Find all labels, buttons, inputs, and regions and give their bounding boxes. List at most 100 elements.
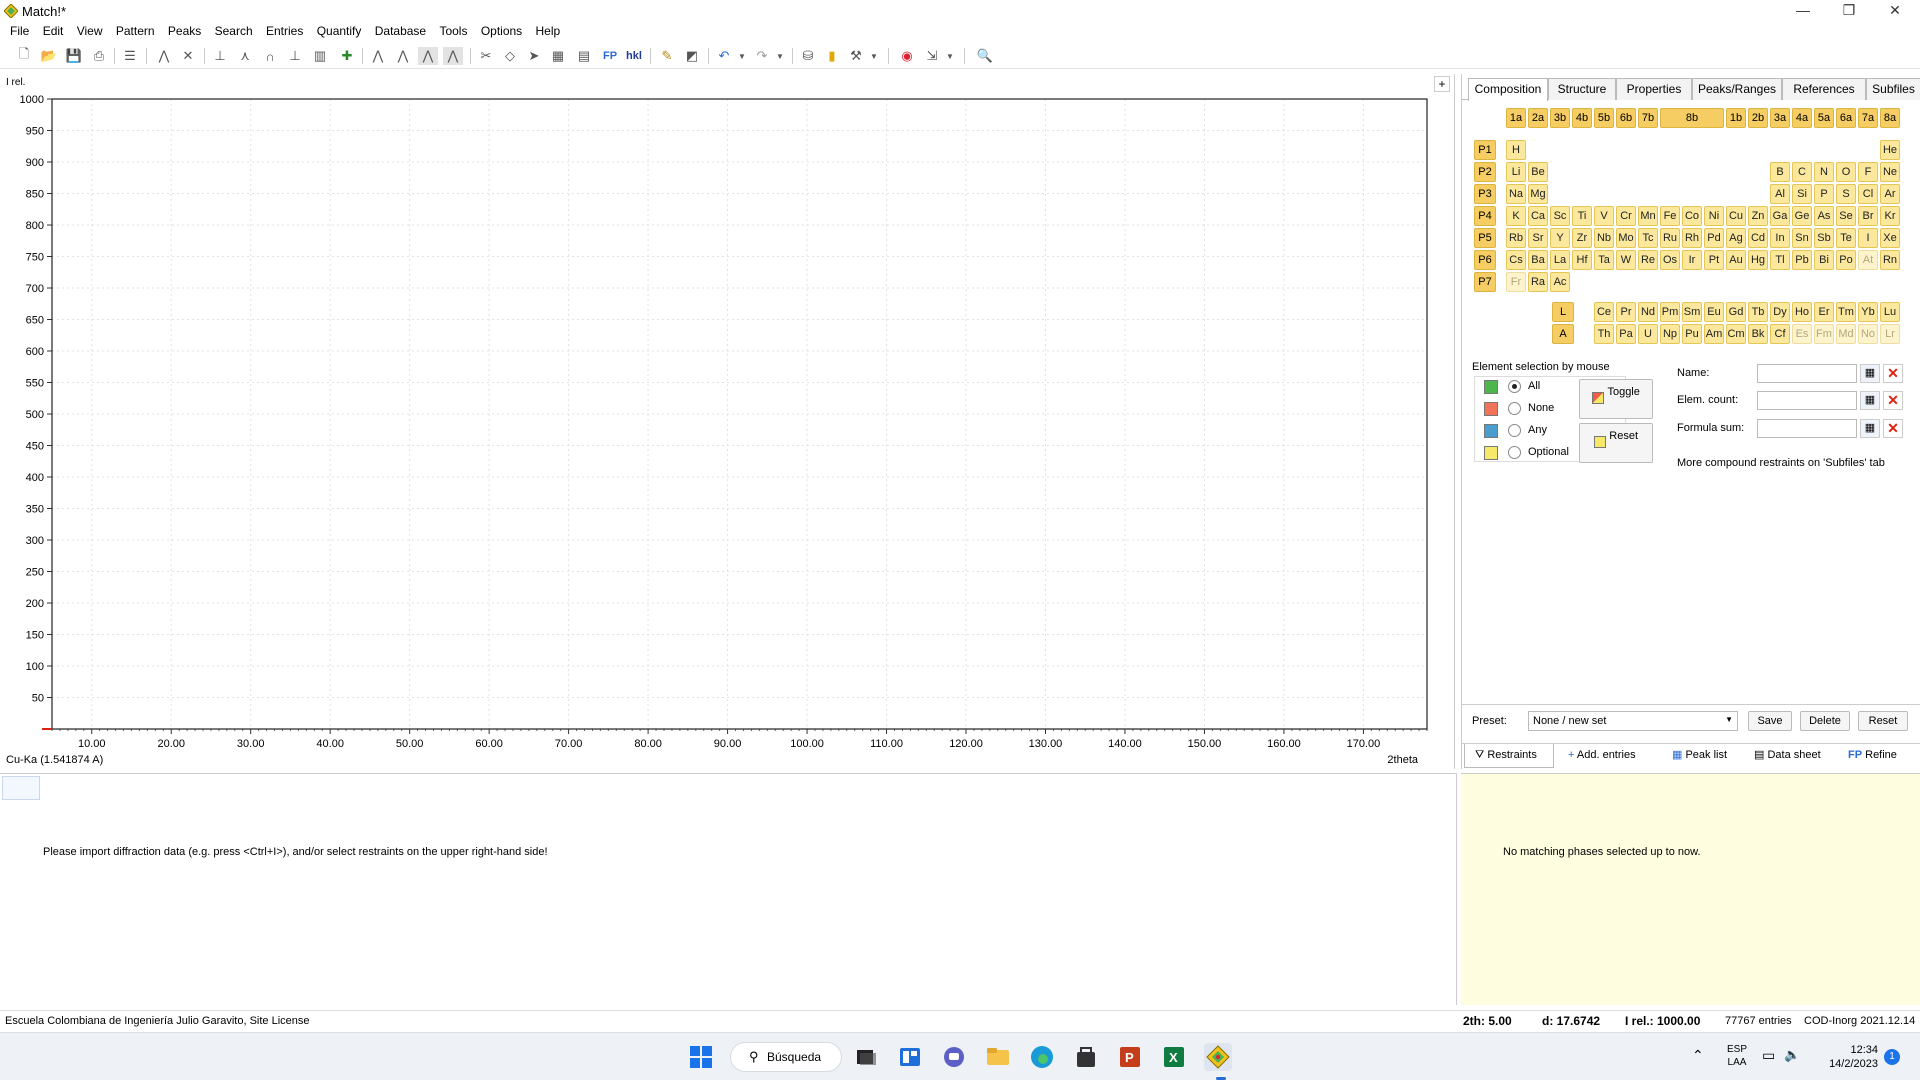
fp-icon[interactable]: FP	[600, 47, 620, 65]
peak-shape4-icon[interactable]: ⋀	[443, 47, 463, 65]
period-p3[interactable]: P3	[1474, 184, 1496, 204]
element-rb[interactable]: Rb	[1506, 228, 1526, 248]
period-p5[interactable]: P5	[1474, 228, 1496, 248]
group-7a[interactable]: 7a	[1858, 108, 1878, 128]
element-re[interactable]: Re	[1638, 250, 1658, 270]
hkl-icon[interactable]: hkl	[624, 47, 644, 65]
element-ag[interactable]: Ag	[1726, 228, 1746, 248]
menu-entries[interactable]: Entries	[260, 22, 309, 40]
menu-database[interactable]: Database	[369, 22, 432, 40]
group-7b[interactable]: 7b	[1638, 108, 1658, 128]
group-4b[interactable]: 4b	[1572, 108, 1592, 128]
peak-shape-icon[interactable]: ⋀	[368, 47, 388, 65]
element-fe[interactable]: Fe	[1660, 206, 1680, 226]
element-ne[interactable]: Ne	[1880, 162, 1900, 182]
element-pd[interactable]: Pd	[1704, 228, 1724, 248]
peak-shape2-icon[interactable]: ⋀	[393, 47, 413, 65]
element-te[interactable]: Te	[1836, 228, 1856, 248]
file-explorer-icon[interactable]	[984, 1043, 1012, 1071]
menu-edit[interactable]: Edit	[37, 22, 70, 40]
element-es[interactable]: Es	[1792, 324, 1812, 344]
element-y[interactable]: Y	[1550, 228, 1570, 248]
maximize-button[interactable]: ❐	[1826, 0, 1872, 22]
menu-tools[interactable]: Tools	[433, 22, 473, 40]
task-view-icon[interactable]	[852, 1043, 880, 1071]
element-i[interactable]: I	[1858, 228, 1878, 248]
element-nb[interactable]: Nb	[1594, 228, 1614, 248]
element-pm[interactable]: Pm	[1660, 302, 1680, 322]
element-p[interactable]: P	[1814, 184, 1834, 204]
element-ar[interactable]: Ar	[1880, 184, 1900, 204]
diffraction-chart[interactable]: 1000 950 900 850 800 750 700 650 600 550 500 450 400…	[0, 74, 1455, 769]
element-tm[interactable]: Tm	[1836, 302, 1856, 322]
tab-add-entries[interactable]: + Add. entries	[1558, 744, 1658, 768]
radio-none[interactable]	[1508, 402, 1521, 415]
redo-dropdown-icon[interactable]: ▼	[770, 47, 790, 65]
undo-icon[interactable]: ↶	[714, 47, 734, 65]
element-f[interactable]: F	[1858, 162, 1878, 182]
menu-pattern[interactable]: Pattern	[110, 22, 161, 40]
peak-icon[interactable]: ⋀	[154, 47, 174, 65]
formula-sum-table-icon[interactable]: ▦	[1860, 419, 1880, 438]
group-6a[interactable]: 6a	[1836, 108, 1856, 128]
element-hg[interactable]: Hg	[1748, 250, 1768, 270]
preset-reset-button[interactable]: Reset	[1858, 711, 1908, 731]
element-n[interactable]: N	[1814, 162, 1834, 182]
menu-view[interactable]: View	[71, 22, 109, 40]
element-ta[interactable]: Ta	[1594, 250, 1614, 270]
windows-start-icon[interactable]	[687, 1043, 715, 1071]
element-sn[interactable]: Sn	[1792, 228, 1812, 248]
element-ni[interactable]: Ni	[1704, 206, 1724, 226]
element-cs[interactable]: Cs	[1506, 250, 1526, 270]
menu-quantify[interactable]: Quantify	[311, 22, 368, 40]
menu-file[interactable]: File	[4, 22, 35, 40]
element-ir[interactable]: Ir	[1682, 250, 1702, 270]
element-cd[interactable]: Cd	[1748, 228, 1768, 248]
redo-icon[interactable]: ↷	[752, 47, 772, 65]
element-sr[interactable]: Sr	[1528, 228, 1548, 248]
menu-options[interactable]: Options	[475, 22, 528, 40]
name-input[interactable]	[1757, 364, 1857, 383]
element-po[interactable]: Po	[1836, 250, 1856, 270]
element-cm[interactable]: Cm	[1726, 324, 1746, 344]
element-ac[interactable]: Ac	[1550, 272, 1570, 292]
elem-count-table-icon[interactable]: ▦	[1860, 391, 1880, 410]
period-p2[interactable]: P2	[1474, 162, 1496, 182]
element-cr[interactable]: Cr	[1616, 206, 1636, 226]
element-gd[interactable]: Gd	[1726, 302, 1746, 322]
element-sc[interactable]: Sc	[1550, 206, 1570, 226]
pattern-icon[interactable]: ▤	[574, 47, 594, 65]
element-zn[interactable]: Zn	[1748, 206, 1768, 226]
teams-chat-icon[interactable]	[940, 1043, 968, 1071]
radio-any[interactable]	[1508, 424, 1521, 437]
edit-icon[interactable]: ✎	[657, 47, 677, 65]
element-cl[interactable]: Cl	[1858, 184, 1878, 204]
element-pr[interactable]: Pr	[1616, 302, 1636, 322]
actinide-series-button[interactable]: A	[1552, 324, 1574, 344]
search-box[interactable]: ⚲ Búsqueda	[730, 1042, 842, 1072]
element-nd[interactable]: Nd	[1638, 302, 1658, 322]
pane-tab[interactable]	[2, 776, 40, 800]
elem-count-clear-icon[interactable]: ✕	[1883, 391, 1903, 410]
element-c[interactable]: C	[1792, 162, 1812, 182]
group-1b[interactable]: 1b	[1726, 108, 1746, 128]
new-file-icon[interactable]: 🗋	[14, 46, 34, 65]
group-1a[interactable]: 1a	[1506, 108, 1526, 128]
toggle-button[interactable]: Toggle	[1579, 379, 1653, 419]
close-button[interactable]: ✕	[1872, 0, 1918, 22]
element-cf[interactable]: Cf	[1770, 324, 1790, 344]
element-lu[interactable]: Lu	[1880, 302, 1900, 322]
element-al[interactable]: Al	[1770, 184, 1790, 204]
diamond-icon[interactable]: ◇	[500, 47, 520, 65]
element-mn[interactable]: Mn	[1638, 206, 1658, 226]
element-au[interactable]: Au	[1726, 250, 1746, 270]
group-3b[interactable]: 3b	[1550, 108, 1570, 128]
period-p6[interactable]: P6	[1474, 250, 1496, 270]
element-pu[interactable]: Pu	[1682, 324, 1702, 344]
period-p1[interactable]: P1	[1474, 140, 1496, 160]
arrow-icon[interactable]: ➤	[524, 47, 544, 65]
element-ca[interactable]: Ca	[1528, 206, 1548, 226]
export-dropdown-icon[interactable]: ▼	[940, 47, 960, 65]
tab-data-sheet[interactable]: ▤ Data sheet	[1744, 744, 1834, 768]
menu-search[interactable]: Search	[209, 22, 259, 40]
